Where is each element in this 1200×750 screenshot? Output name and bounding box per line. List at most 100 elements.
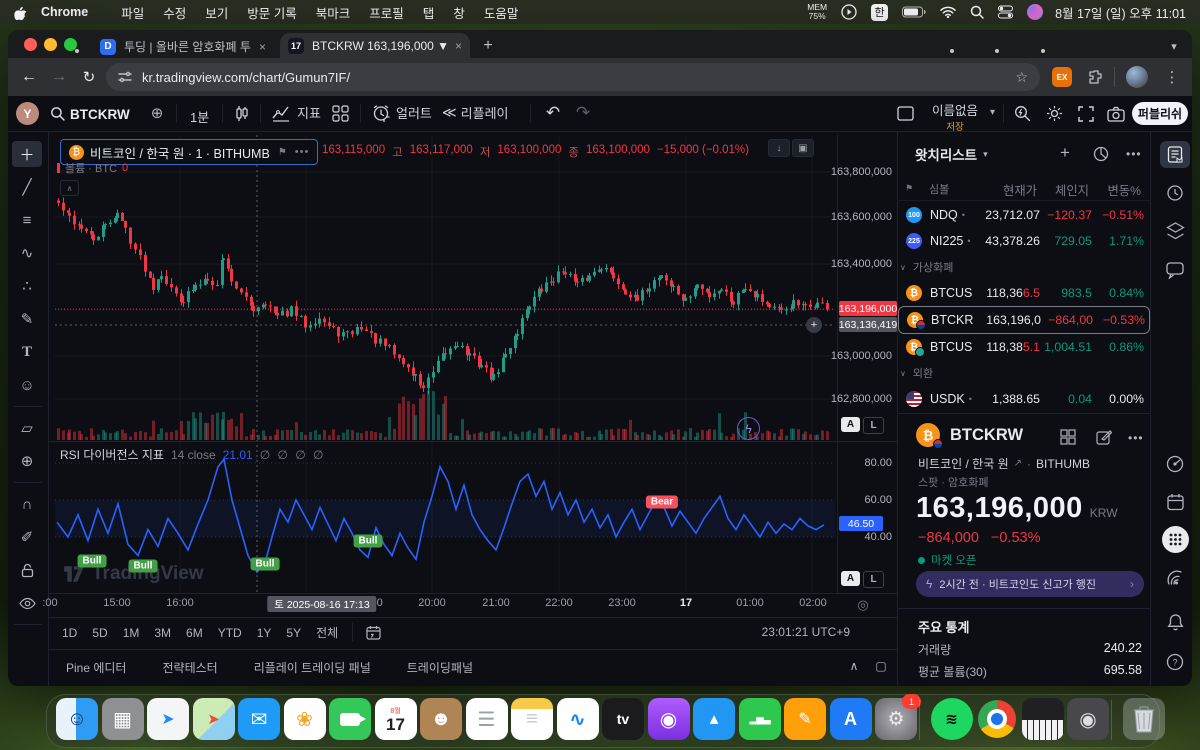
zoom-in-tool-icon[interactable]: ⊕: [12, 448, 42, 474]
window-minimize-button[interactable]: [44, 38, 57, 51]
menu-history[interactable]: 방문 기록: [247, 3, 296, 22]
url-text[interactable]: kr.tradingview.com/chart/Gumun7IF/: [142, 70, 350, 85]
tab-replay-trading-panel[interactable]: 리플레이 트레이딩 패널: [254, 659, 371, 676]
dock-reminders[interactable]: ☰: [466, 698, 508, 740]
dock-chrome[interactable]: [976, 698, 1018, 740]
tab-close-icon[interactable]: ×: [455, 39, 462, 53]
trend-line-tool-icon[interactable]: ╱: [12, 174, 42, 200]
price-axis[interactable]: 163,196,000 163,136,419 46.50 163,800,00…: [838, 135, 897, 593]
timezone-settings-icon[interactable]: ◎: [855, 597, 871, 613]
forward-button[interactable]: →: [48, 66, 70, 88]
brush-tool-icon[interactable]: ✎: [12, 306, 42, 332]
dock-appletv[interactable]: tv: [602, 698, 644, 740]
watchlist-add-icon[interactable]: +: [1056, 144, 1074, 162]
maximize-pane-button[interactable]: ▣: [792, 139, 814, 157]
text-tool-icon[interactable]: T: [12, 339, 42, 365]
external-link-icon[interactable]: ↗: [1014, 458, 1022, 469]
range-3M[interactable]: 3M: [154, 626, 171, 640]
dock-calendar[interactable]: 8월17: [375, 698, 417, 740]
window-close-button[interactable]: [24, 38, 37, 51]
menu-bar-clock[interactable]: 8월 17일 (일) 오후 11:01: [1055, 3, 1186, 22]
undo-icon[interactable]: ↶: [542, 103, 564, 123]
detail-edit-icon[interactable]: [1094, 428, 1114, 446]
rsi-auto-scale-button[interactable]: A: [841, 571, 860, 586]
detail-more-icon[interactable]: •••: [1128, 431, 1144, 445]
snapshot-camera-icon[interactable]: [1106, 104, 1126, 123]
range-1M[interactable]: 1M: [123, 626, 140, 640]
layout-name-button[interactable]: 이름없음 저장: [923, 100, 987, 133]
notifications-bell-icon[interactable]: [1164, 612, 1186, 632]
dock-podcasts[interactable]: ◉: [648, 698, 690, 740]
range-전체[interactable]: 전체: [316, 624, 338, 641]
site-settings-icon[interactable]: [118, 70, 132, 84]
broadcast-waves-icon[interactable]: [1164, 568, 1186, 588]
pattern-tool-icon[interactable]: ∿: [12, 240, 42, 266]
symbol-legend-title[interactable]: 비트코인 / 한국 원 · 1 · BITHUMB: [90, 143, 270, 162]
tab-search-chevron[interactable]: ▾: [1166, 38, 1182, 54]
watchlist-section[interactable]: ∨가상화폐: [900, 254, 1148, 280]
drawing-lock-icon[interactable]: ✐: [12, 524, 42, 550]
expand-panel-chevron-icon[interactable]: ∧: [845, 658, 863, 674]
power-lightning-icon[interactable]: ϟ: [737, 417, 760, 440]
watchlist-row-BTCKR[interactable]: ₿BTCKR163,196,0−864,00−0.53%: [898, 306, 1150, 334]
alerts-clock-icon[interactable]: [1164, 183, 1186, 203]
lock-all-icon[interactable]: [12, 557, 42, 583]
watchlist-row-BTCUS[interactable]: ₿BTCUS118,385.11,004.510.86%: [900, 334, 1148, 360]
dock-photos[interactable]: ❀: [284, 698, 326, 740]
prediction-tool-icon[interactable]: ∴: [12, 273, 42, 299]
quick-search-icon[interactable]: [1012, 104, 1032, 123]
clock-utc[interactable]: 23:01:21 UTC+9: [700, 625, 850, 639]
tab-tradingview-active[interactable]: 17 BTCKRW 163,196,000 ▼ −0.5 ×: [280, 33, 470, 58]
help-icon[interactable]: ?: [1164, 652, 1186, 672]
emoji-tool-icon[interactable]: ☺: [12, 372, 42, 398]
menu-edit[interactable]: 수정: [163, 3, 186, 22]
symbol-search-icon[interactable]: [50, 106, 65, 121]
add-alert-plus-icon[interactable]: +: [806, 317, 822, 333]
profile-avatar[interactable]: [1126, 66, 1148, 88]
wifi-icon[interactable]: [940, 6, 956, 18]
indicators-button[interactable]: 지표: [272, 103, 321, 122]
settings-gear-icon[interactable]: [1044, 104, 1064, 123]
dock-freeform[interactable]: ∿: [557, 698, 599, 740]
replay-button[interactable]: ≪ 리플레이: [442, 103, 509, 122]
dock-settings[interactable]: ⚙1: [875, 698, 917, 740]
watchlist-panel-icon[interactable]: [1160, 141, 1190, 168]
range-6M[interactable]: 6M: [186, 626, 203, 640]
menu-view[interactable]: 보기: [205, 3, 228, 22]
control-center-icon[interactable]: [998, 5, 1013, 19]
publish-button[interactable]: 퍼블리쉬: [1132, 102, 1188, 125]
watchlist-row-BTCUS[interactable]: ₿BTCUS118,366.5983.50.84%: [900, 280, 1148, 306]
tab-strategy-tester[interactable]: 전략테스터: [162, 659, 217, 676]
dock-mail[interactable]: ✉: [238, 698, 280, 740]
maximize-panel-icon[interactable]: ▢: [872, 658, 890, 674]
hide-all-icon[interactable]: [12, 590, 42, 616]
dock-contacts[interactable]: ☻: [420, 698, 462, 740]
dock-notes[interactable]: ≡: [511, 698, 553, 740]
dock-maps[interactable]: ➤: [193, 698, 235, 740]
battery-icon[interactable]: [902, 6, 926, 18]
watchlist-title[interactable]: 왓치리스트▾: [915, 144, 988, 164]
news-pill[interactable]: ϟ 2시간 전 · 비트코인도 신고가 행진 ›: [916, 571, 1144, 597]
symbol-search-button[interactable]: BTCKRW: [70, 107, 130, 122]
extensions-puzzle-icon[interactable]: [1086, 67, 1106, 87]
flag-column-icon[interactable]: ⚑: [905, 183, 913, 194]
apple-icon[interactable]: [14, 5, 27, 20]
tab-close-icon[interactable]: ×: [259, 40, 266, 54]
layout-chevron-icon[interactable]: ▾: [990, 107, 995, 118]
watchlist-row-NI225[interactable]: 225NI225•43,378.26729.051.71%: [900, 228, 1148, 254]
rsi-legend[interactable]: RSI 다이버전스 지표 14 close 21.01 ∅ ∅ ∅ ∅: [60, 446, 326, 463]
dock-launchpad[interactable]: ▦: [102, 698, 144, 740]
range-1Y[interactable]: 1Y: [257, 626, 272, 640]
fullscreen-icon[interactable]: [1076, 104, 1096, 123]
ruler-tool-icon[interactable]: ▱: [12, 415, 42, 441]
layers-icon[interactable]: [1164, 221, 1186, 241]
radar-advisor-icon[interactable]: [1164, 454, 1186, 474]
input-source-korean[interactable]: 한: [871, 4, 888, 21]
tab-tooding[interactable]: D 투딩 | 올바른 암호화폐 투자의 모든 ×: [92, 35, 274, 58]
spotlight-search-icon[interactable]: [970, 5, 984, 19]
volume-legend[interactable]: 볼륨 · BTC 0: [57, 160, 128, 176]
interval-button[interactable]: 1분: [190, 107, 209, 126]
reload-button[interactable]: ↻: [78, 66, 100, 88]
detail-grid-icon[interactable]: [1058, 428, 1078, 446]
redo-icon[interactable]: ↷: [572, 103, 594, 123]
